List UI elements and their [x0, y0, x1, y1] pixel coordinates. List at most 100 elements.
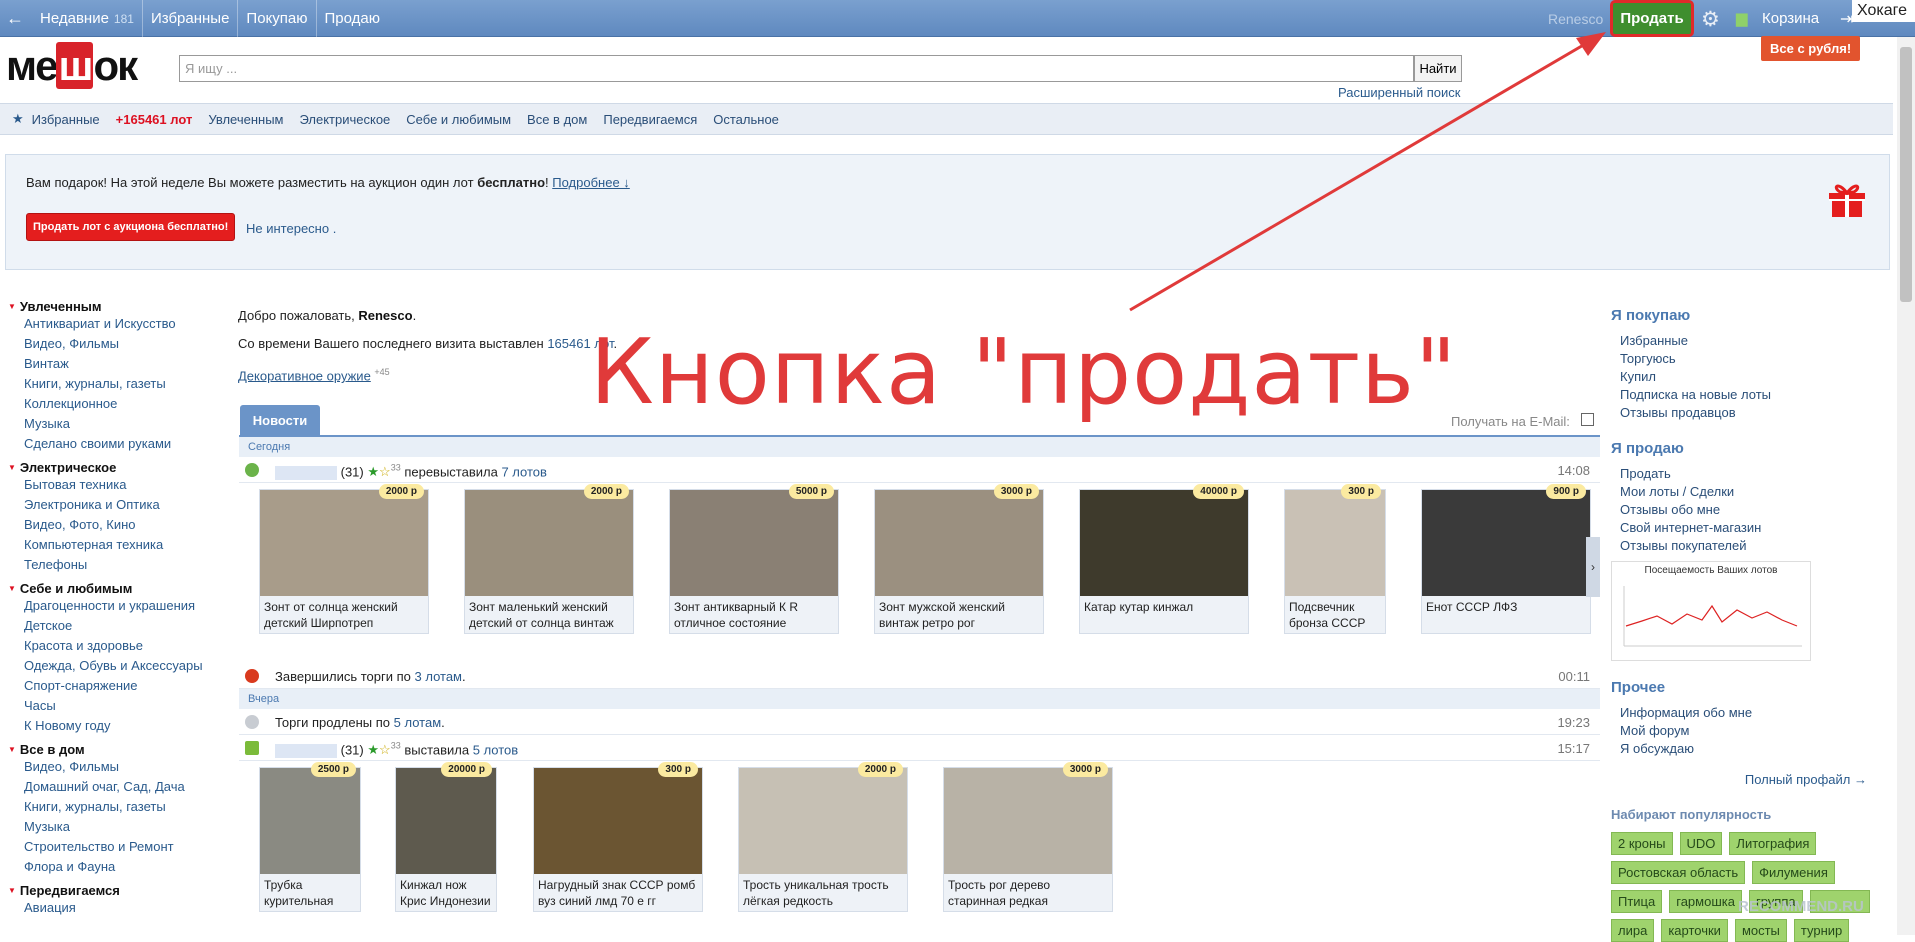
search-button[interactable]: Найти: [1414, 55, 1462, 82]
left-link[interactable]: Видео, Фильмы: [8, 334, 228, 354]
left-link[interactable]: Книги, журналы, газеты: [8, 797, 228, 817]
all-from-ruble-badge[interactable]: Все с рубля!: [1761, 36, 1861, 61]
buying-link[interactable]: Отзывы продавцов: [1611, 404, 1891, 422]
left-link[interactable]: Электроника и Оптика: [8, 495, 228, 515]
popular-tag[interactable]: лира: [1611, 919, 1655, 942]
left-link[interactable]: К Новому году: [8, 716, 228, 736]
left-group-title[interactable]: Себе и любимым: [8, 581, 228, 596]
left-link[interactable]: Бытовая техника: [8, 475, 228, 495]
sell-button[interactable]: Продать: [1610, 0, 1694, 37]
event-lots-link[interactable]: 3 лотам: [415, 669, 463, 684]
popular-tag[interactable]: турнир: [1793, 919, 1850, 942]
other-link[interactable]: Мой форум: [1611, 722, 1891, 740]
left-link[interactable]: Авиация: [8, 898, 228, 918]
buying-link[interactable]: Избранные: [1611, 332, 1891, 350]
lot-card[interactable]: Зонт антикварный К R отличное состояние 5…: [669, 484, 839, 634]
email-checkbox[interactable]: [1581, 413, 1594, 426]
event-lots-link[interactable]: 5 лотов: [473, 742, 518, 757]
catbar-item[interactable]: Электрическое: [299, 112, 390, 127]
left-link[interactable]: Компьютерная техника: [8, 535, 228, 555]
other-link[interactable]: Я обсуждаю: [1611, 740, 1891, 758]
left-group-title[interactable]: Передвигаемся: [8, 883, 228, 898]
left-link[interactable]: Спорт-снаряжение: [8, 676, 228, 696]
left-link[interactable]: Коллекционное: [8, 394, 228, 414]
popular-tag[interactable]: 2 кроны: [1611, 832, 1673, 855]
left-link[interactable]: Книги, журналы, газеты: [8, 374, 228, 394]
nav-selling[interactable]: Продаю: [317, 0, 388, 37]
selling-link[interactable]: Отзывы покупателей: [1611, 537, 1891, 555]
lot-card[interactable]: Зонт от солнца женский детский Ширпотреп…: [259, 484, 429, 634]
popular-tag[interactable]: UDO: [1679, 832, 1723, 855]
selling-link[interactable]: Мои лоты / Сделки: [1611, 483, 1891, 501]
left-link[interactable]: Драгоценности и украшения: [8, 596, 228, 616]
scrollbar-thumb[interactable]: [1900, 47, 1912, 302]
nav-favorites[interactable]: Избранные: [143, 0, 239, 37]
left-link[interactable]: Домашний очаг, Сад, Дача: [8, 777, 228, 797]
other-link[interactable]: Информация обо мне: [1611, 704, 1891, 722]
selling-link[interactable]: Отзывы обо мне: [1611, 501, 1891, 519]
event-lots-link[interactable]: 7 лотов: [501, 464, 546, 479]
lot-card[interactable]: Трубка курительная 2500 р: [259, 762, 361, 912]
cart-icon[interactable]: ▆: [1736, 9, 1748, 27]
search-input[interactable]: Я ищу ...: [179, 55, 1414, 82]
popular-tag[interactable]: Ростовская область: [1611, 861, 1746, 884]
event-lots-link[interactable]: 5 лотам: [394, 715, 442, 730]
selling-link[interactable]: Продать: [1611, 465, 1891, 483]
left-link[interactable]: Музыка: [8, 414, 228, 434]
left-link[interactable]: Телефоны: [8, 555, 228, 575]
popular-tag[interactable]: Филумения: [1752, 861, 1835, 884]
left-group-title[interactable]: Электрическое: [8, 460, 228, 475]
left-link[interactable]: Строительство и Ремонт: [8, 837, 228, 857]
blurred-username[interactable]: [275, 743, 337, 758]
catbar-favorites[interactable]: Избранные: [32, 112, 100, 127]
lot-card[interactable]: Трость уникальная трость лёгкая редкость…: [738, 762, 908, 912]
popular-tag[interactable]: гармошка: [1669, 890, 1742, 913]
scrollbar[interactable]: [1897, 37, 1915, 935]
full-profile-link[interactable]: Полный профайл →: [1611, 772, 1891, 787]
popular-tag[interactable]: мосты: [1734, 919, 1787, 942]
catbar-item[interactable]: Остальное: [713, 112, 779, 127]
lot-card[interactable]: Зонт мужской женский винтаж ретро рог 300…: [874, 484, 1044, 634]
popular-tag[interactable]: Птица: [1611, 890, 1663, 913]
left-link[interactable]: Сделано своими руками: [8, 434, 228, 454]
catbar-item[interactable]: Передвигаемся: [603, 112, 697, 127]
catbar-item[interactable]: Увлеченным: [208, 112, 283, 127]
nav-recent[interactable]: Недавние 181: [32, 0, 143, 37]
buying-link[interactable]: Купил: [1611, 368, 1891, 386]
catbar-new-lots[interactable]: +165461 лот: [116, 112, 193, 127]
nav-buying[interactable]: Покупаю: [238, 0, 317, 37]
lot-card[interactable]: Енот СССР ЛФЗ 900 р: [1421, 484, 1591, 634]
left-link[interactable]: Детское: [8, 616, 228, 636]
cart-link[interactable]: Корзина: [1762, 10, 1819, 27]
meshok-logo[interactable]: мешок: [6, 42, 138, 90]
left-link[interactable]: Видео, Фильмы: [8, 757, 228, 777]
lot-card[interactable]: Зонт маленький женский детский от солнца…: [464, 484, 634, 634]
popular-tag[interactable]: Литография: [1729, 832, 1817, 855]
sell-free-button[interactable]: Продать лот с аукциона бесплатно!: [26, 213, 236, 241]
advanced-search-link[interactable]: Расширенный поиск: [1338, 85, 1460, 100]
left-link[interactable]: Музыка: [8, 817, 228, 837]
gear-icon[interactable]: ⚙: [1701, 7, 1720, 32]
lot-card[interactable]: Трость рог дерево старинная редкая 3000 р: [943, 762, 1113, 912]
left-link[interactable]: Часы: [8, 696, 228, 716]
username-link[interactable]: Renesco: [1548, 11, 1603, 27]
popular-tag[interactable]: карточки: [1661, 919, 1728, 942]
left-group-title[interactable]: Увлеченным: [8, 299, 228, 314]
not-interested-link[interactable]: Не интересно .: [246, 221, 336, 236]
left-link[interactable]: Антиквариат и Искусство: [8, 314, 228, 334]
next-arrow-icon[interactable]: ›: [1586, 537, 1600, 597]
selling-link[interactable]: Свой интернет-магазин: [1611, 519, 1891, 537]
left-group-title[interactable]: Все в дом: [8, 742, 228, 757]
buying-link[interactable]: Торгуюсь: [1611, 350, 1891, 368]
left-link[interactable]: Винтаж: [8, 354, 228, 374]
catbar-item[interactable]: Себе и любимым: [406, 112, 511, 127]
back-arrow-icon[interactable]: ←: [6, 8, 24, 29]
lot-card[interactable]: Катар кутар кинжал 40000 р: [1079, 484, 1249, 634]
left-link[interactable]: Красота и здоровье: [8, 636, 228, 656]
blurred-username[interactable]: [275, 465, 337, 480]
lot-card[interactable]: Кинжал нож Крис Индонезии 20000 р: [395, 762, 497, 912]
subscription-link[interactable]: Декоративное оружие: [238, 368, 371, 383]
lot-card[interactable]: Подсвечник бронза СССР 300 р: [1284, 484, 1386, 634]
gift-more-link[interactable]: Подробнее ↓: [552, 175, 630, 190]
left-link[interactable]: Флора и Фауна: [8, 857, 228, 877]
